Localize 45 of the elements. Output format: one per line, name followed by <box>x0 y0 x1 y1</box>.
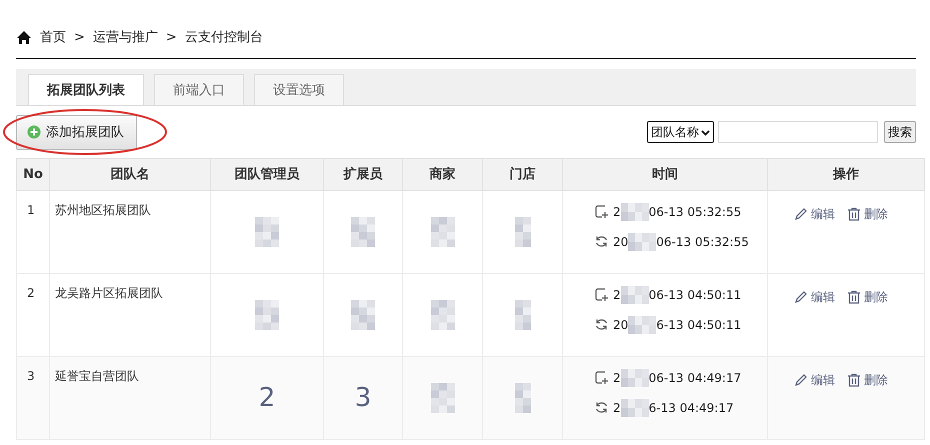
timestamp-part: 2 <box>613 400 621 416</box>
tab[interactable]: 前端入口 <box>154 74 244 105</box>
timestamp-part: 6-13 04:50:11 <box>656 318 742 332</box>
timestamp-part: 2 <box>613 370 621 386</box>
edit-link[interactable]: 编辑 <box>794 373 835 388</box>
delete-link[interactable]: 删除 <box>847 290 888 304</box>
count-value: 3 <box>354 383 372 413</box>
delete-link[interactable]: 删除 <box>847 373 888 388</box>
delete-link[interactable]: 删除 <box>847 207 888 222</box>
search-button[interactable]: 搜索 <box>884 121 916 143</box>
column-header: 团队管理员 <box>210 158 324 190</box>
team-name: 苏州地区拓展团队 <box>55 203 151 217</box>
count-value: 2 <box>258 383 276 413</box>
timestamp-part: 6-13 04:49:17 <box>648 400 734 416</box>
row-number: 3 <box>27 369 35 383</box>
edit-link[interactable]: 编辑 <box>794 207 835 222</box>
timestamp-part: 2 <box>613 288 621 302</box>
breadcrumb-item[interactable]: 首页 <box>40 28 66 46</box>
column-header: 商家 <box>402 158 482 190</box>
timestamp-part: 2 <box>613 204 621 220</box>
breadcrumb-separator: > <box>166 30 177 44</box>
team-name: 龙吴路片区拓展团队 <box>55 286 163 300</box>
field-select[interactable]: 团队名称 <box>647 121 714 143</box>
breadcrumb-item[interactable]: 运营与推广 <box>92 28 158 46</box>
column-header: 团队名 <box>50 158 210 190</box>
edit-link[interactable]: 编辑 <box>794 290 835 304</box>
column-header: 门店 <box>482 158 562 190</box>
timestamp-part: 06-13 04:49:17 <box>648 370 742 386</box>
breadcrumb-separator: > <box>74 30 85 44</box>
timestamp-part: 06-13 05:32:55 <box>656 234 749 250</box>
column-header: 时间 <box>562 158 768 190</box>
column-header: 操作 <box>768 158 924 190</box>
team-name: 延誉宝自营团队 <box>55 369 139 383</box>
tab[interactable]: 拓展团队列表 <box>28 74 144 105</box>
timestamp-part: 20 <box>613 318 628 332</box>
column-header: No <box>16 158 50 190</box>
timestamp-part: 20 <box>613 234 628 250</box>
breadcrumb-item[interactable]: 云支付控制台 <box>184 28 263 46</box>
row-number: 2 <box>27 286 35 300</box>
tab[interactable]: 设置选项 <box>254 74 344 105</box>
timestamp-part: 06-13 05:32:55 <box>648 204 742 220</box>
timestamp-part: 06-13 04:50:11 <box>648 288 742 302</box>
add-team-button[interactable]: 添加拓展团队 <box>16 114 137 150</box>
row-number: 1 <box>27 203 35 217</box>
column-header: 扩展员 <box>324 158 402 190</box>
